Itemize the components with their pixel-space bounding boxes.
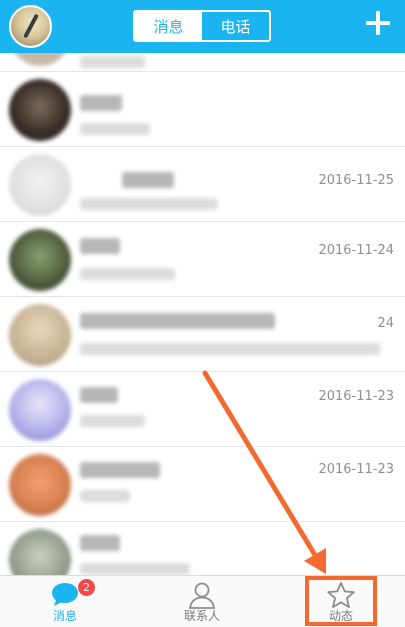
conversation-date: 2016-11-25 <box>318 173 394 188</box>
list-item[interactable] <box>0 523 405 575</box>
message-preview <box>80 415 145 427</box>
contact-name <box>122 172 174 188</box>
list-item[interactable] <box>0 53 405 72</box>
message-preview <box>80 490 130 502</box>
unread-badge: 2 <box>78 579 95 596</box>
contact-avatar <box>9 379 71 441</box>
list-item[interactable]: 2016-11-24 <box>0 223 405 297</box>
list-item[interactable]: 2016-11-23 <box>0 373 405 447</box>
contact-name <box>80 238 120 254</box>
tab-contacts-label: 联系人 <box>183 609 220 623</box>
plus-icon[interactable] <box>365 10 391 36</box>
annotation-highlight-box <box>305 576 377 626</box>
tab-messages-bottom[interactable]: 2 消息 <box>15 576 115 627</box>
conversation-date: 2016-11-23 <box>318 462 394 477</box>
tab-messages[interactable]: 消息 <box>135 12 202 40</box>
message-preview <box>80 268 175 280</box>
contact-name <box>80 462 160 478</box>
contact-avatar <box>9 154 71 216</box>
contact-avatar <box>9 304 71 366</box>
contact-avatar <box>9 229 71 291</box>
user-avatar[interactable] <box>9 5 52 48</box>
contact-avatar <box>9 454 71 516</box>
message-preview <box>80 563 190 575</box>
contact-name <box>80 387 118 403</box>
person-icon <box>188 582 216 609</box>
list-item[interactable]: 2016-11-23 <box>0 448 405 522</box>
tab-messages-label: 消息 <box>52 609 77 623</box>
list-item[interactable] <box>0 73 405 147</box>
contact-avatar <box>9 53 71 66</box>
qq-screen: 消息 电话 2016-11-25 2016-11-24 24 2016-11-2… <box>0 0 405 627</box>
top-bar: 消息 电话 <box>0 0 405 53</box>
tab-contacts[interactable]: 联系人 <box>152 576 252 627</box>
contact-name <box>80 535 120 551</box>
message-preview <box>80 123 150 135</box>
contact-name <box>80 95 122 111</box>
conversation-date: 2016-11-23 <box>318 389 394 404</box>
message-call-switch: 消息 电话 <box>133 10 271 42</box>
tab-calls[interactable]: 电话 <box>202 12 269 40</box>
message-preview <box>80 198 218 210</box>
contact-avatar <box>9 529 71 575</box>
contact-avatar <box>9 79 71 141</box>
conversation-list: 2016-11-25 2016-11-24 24 2016-11-23 2016… <box>0 53 405 575</box>
message-preview <box>80 56 145 68</box>
conversation-date: 24 <box>377 316 394 331</box>
contact-name <box>80 313 275 329</box>
list-item[interactable]: 24 <box>0 298 405 372</box>
list-item[interactable]: 2016-11-25 <box>0 148 405 222</box>
message-preview <box>80 343 380 355</box>
conversation-date: 2016-11-24 <box>318 243 394 258</box>
message-bubble-icon <box>52 583 78 606</box>
